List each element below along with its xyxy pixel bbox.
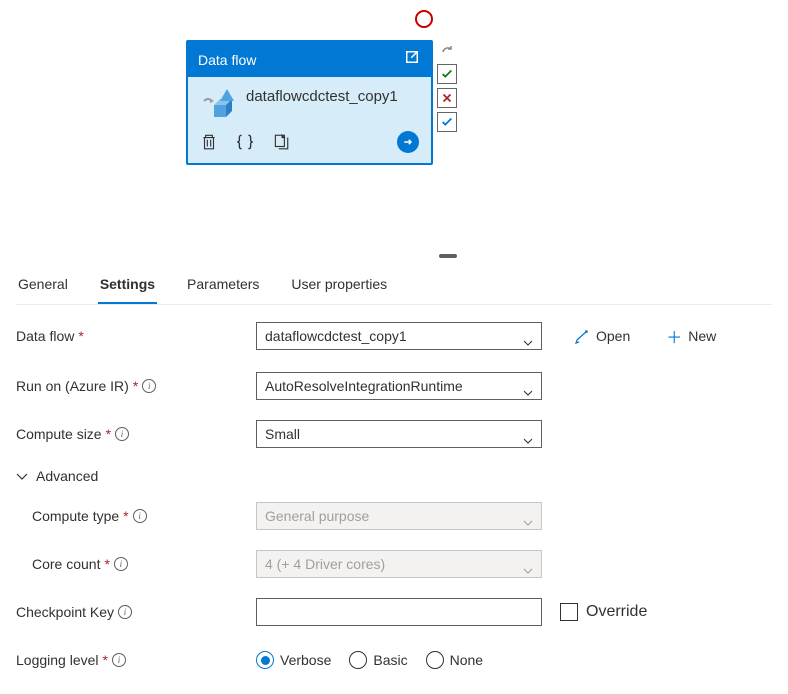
dataflow-icon [202,87,234,119]
advanced-toggle-label: Advanced [36,468,98,484]
required-asterisk: * [104,556,109,572]
copy-icon[interactable] [272,133,290,151]
runon-select[interactable]: AutoResolveIntegrationRuntime [256,372,542,400]
tab-general[interactable]: General [16,270,70,304]
popout-icon[interactable] [403,48,421,71]
chevron-down-icon [16,468,28,484]
redo-icon[interactable] [437,40,457,60]
logging-level-radio-group: Verbose Basic None [256,651,483,669]
tab-parameters[interactable]: Parameters [185,270,261,304]
radio-basic[interactable]: Basic [349,651,407,669]
dataflow-label-text: Data flow [16,328,74,344]
failure-status-icon[interactable] [437,88,457,108]
info-icon[interactable]: i [112,653,126,667]
panel-resize-handle[interactable] [439,254,457,258]
info-icon[interactable]: i [133,509,147,523]
annotation-red-circle [415,10,433,28]
completion-status-icon[interactable] [437,112,457,132]
checkpoint-key-label-text: Checkpoint Key [16,604,114,620]
compute-size-select[interactable]: Small [256,420,542,448]
checkpoint-key-input[interactable] [256,598,542,626]
chevron-down-icon [523,513,533,529]
new-button[interactable]: ＋ New [658,320,724,352]
radio-circle-icon [349,651,367,669]
activity-header: Data flow [188,42,431,77]
compute-size-label: Compute size * i [16,426,256,442]
chevron-down-icon [523,431,533,447]
required-asterisk: * [133,378,138,394]
open-button-label: Open [596,328,630,344]
runon-label: Run on (Azure IR) * i [16,378,256,394]
compute-type-label-text: Compute type [32,508,119,524]
dataflow-select-value: dataflowcdctest_copy1 [265,328,407,344]
core-count-select-value: 4 (+ 4 Driver cores) [265,556,385,572]
activity-body: dataflowcdctest_copy1 [188,77,431,125]
activity-name: dataflowcdctest_copy1 [246,87,398,107]
override-label: Override [586,603,647,621]
tab-user-properties[interactable]: User properties [289,270,389,304]
compute-type-select-value: General purpose [265,508,369,524]
open-button[interactable]: Open [566,324,638,348]
activity-footer [188,125,431,163]
override-checkbox[interactable] [560,603,578,621]
success-status-icon[interactable] [437,64,457,84]
radio-circle-icon [426,651,444,669]
core-count-select: 4 (+ 4 Driver cores) [256,550,542,578]
required-asterisk: * [123,508,128,524]
new-button-label: New [688,328,716,344]
runon-select-value: AutoResolveIntegrationRuntime [265,378,463,394]
code-braces-icon[interactable] [236,133,254,151]
info-icon[interactable]: i [142,379,156,393]
runon-label-text: Run on (Azure IR) [16,378,129,394]
plus-icon: ＋ [666,324,682,348]
dataflow-label: Data flow * [16,328,256,344]
tab-settings[interactable]: Settings [98,270,157,304]
compute-type-select: General purpose [256,502,542,530]
activity-header-title: Data flow [198,52,256,68]
execute-arrow-icon[interactable] [397,131,419,153]
compute-type-label: Compute type * i [32,508,256,524]
radio-verbose-label: Verbose [280,652,331,668]
compute-size-select-value: Small [265,426,300,442]
dataflow-activity-card[interactable]: Data flow dataflowcdctest_copy1 [186,40,433,165]
required-asterisk: * [106,426,111,442]
chevron-down-icon [523,333,533,349]
radio-none[interactable]: None [426,651,483,669]
delete-icon[interactable] [200,133,218,151]
override-checkbox-wrap[interactable]: Override [560,603,647,621]
dataflow-select[interactable]: dataflowcdctest_copy1 [256,322,542,350]
logging-level-label: Logging level * i [16,652,256,668]
settings-tabs: General Settings Parameters User propert… [16,270,772,305]
core-count-label-text: Core count [32,556,100,572]
settings-form: Data flow * dataflowcdctest_copy1 Open ＋… [16,320,772,694]
core-count-label: Core count * i [32,556,256,572]
radio-none-label: None [450,652,483,668]
info-icon[interactable]: i [115,427,129,441]
compute-size-label-text: Compute size [16,426,102,442]
info-icon[interactable]: i [114,557,128,571]
info-icon[interactable]: i [118,605,132,619]
chevron-down-icon [523,561,533,577]
required-asterisk: * [78,328,83,344]
checkpoint-key-label: Checkpoint Key i [16,604,256,620]
chevron-down-icon [523,383,533,399]
logging-level-label-text: Logging level [16,652,99,668]
required-asterisk: * [103,652,108,668]
activity-side-controls [437,40,457,132]
radio-verbose[interactable]: Verbose [256,651,331,669]
radio-circle-icon [256,651,274,669]
advanced-toggle[interactable]: Advanced [16,468,772,484]
radio-basic-label: Basic [373,652,407,668]
